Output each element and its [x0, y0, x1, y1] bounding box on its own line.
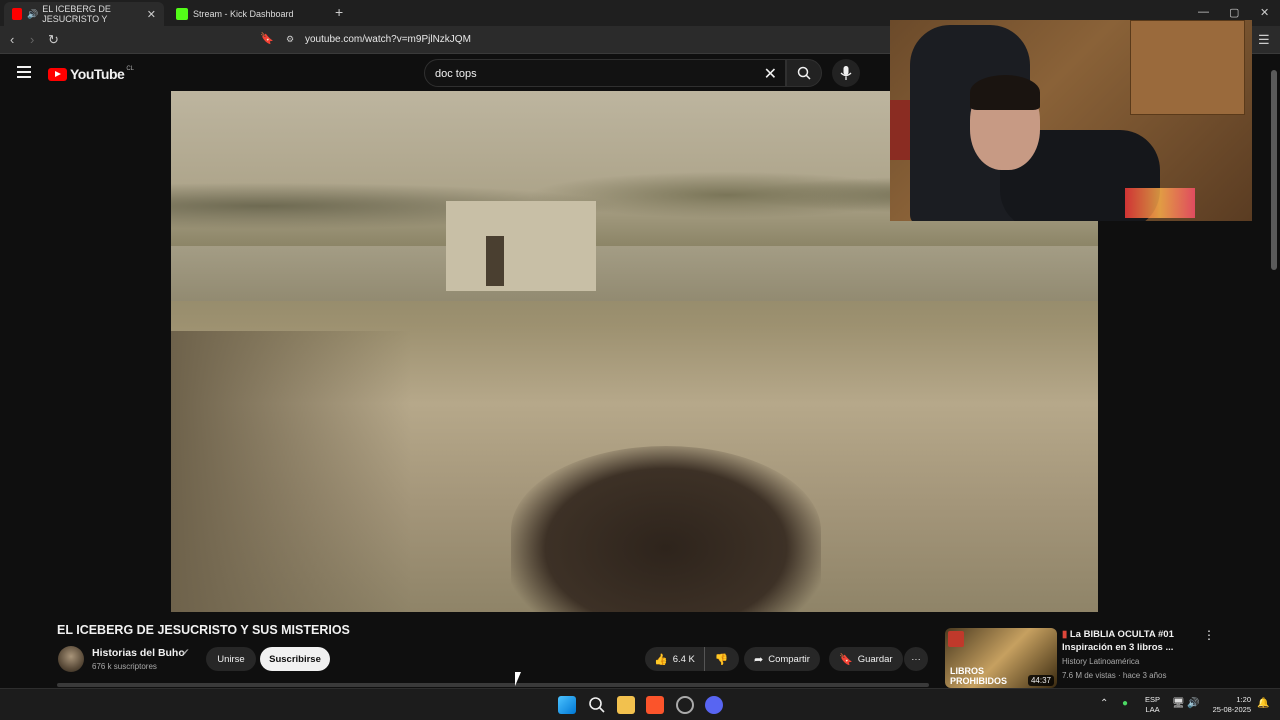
recommended-thumbnail[interactable]: LIBROS PROHIBIDOS 44:37: [945, 628, 1057, 688]
reload-icon[interactable]: ↻: [48, 32, 59, 48]
share-icon: ➦: [754, 653, 764, 666]
taskbar-search-icon[interactable]: [588, 696, 606, 714]
maximize-icon[interactable]: ▢: [1229, 6, 1239, 19]
recommended-title[interactable]: ▮ La BIBLIA OCULTA #01 Inspiración en 3 …: [1062, 628, 1197, 654]
video-frame-cliff: [171, 331, 411, 612]
clock-time: 1:20: [1236, 695, 1251, 704]
save-button[interactable]: 🔖 Guardar: [829, 647, 903, 671]
kick-favicon-icon: [176, 8, 188, 20]
more-actions-button[interactable]: ···: [904, 647, 928, 671]
tab-title: Stream - Kick Dashboard: [193, 9, 294, 19]
channel-avatar[interactable]: [58, 646, 84, 672]
search-button[interactable]: [786, 59, 822, 87]
language-indicator[interactable]: ESP LAA: [1145, 695, 1160, 715]
video-duration: 44:37: [1027, 675, 1054, 686]
subscriber-count: 676 k suscriptores: [92, 662, 157, 671]
file-explorer-icon[interactable]: [617, 696, 635, 714]
chrome-browser-icon[interactable]: [676, 696, 694, 714]
system-clock[interactable]: 1:20 25-08-2025: [1207, 695, 1251, 715]
network-icon[interactable]: 🖥: [1172, 698, 1185, 709]
back-icon[interactable]: ‹: [10, 32, 14, 47]
discord-icon[interactable]: [705, 696, 723, 714]
volume-icon[interactable]: 🔊: [1187, 698, 1199, 709]
url-field[interactable]: youtube.com/watch?v=m9PjlNzkJQM: [305, 34, 471, 45]
recommended-title-text: La BIBLIA OCULTA #01 Inspiración en 3 li…: [1062, 629, 1174, 653]
video-frame-wall: [171, 246, 1098, 301]
browser-menu-icon[interactable]: ☰: [1258, 32, 1270, 48]
book-icon: ▮: [1062, 629, 1068, 640]
more-horizontal-icon: ···: [911, 653, 921, 665]
like-button[interactable]: 👍 6.4 K: [645, 647, 705, 671]
search-value: doc tops: [435, 68, 477, 80]
keyboard-layout: LAA: [1145, 705, 1160, 714]
clear-search-icon[interactable]: ✕: [764, 64, 777, 84]
youtube-play-icon: [48, 67, 67, 81]
new-tab-button[interactable]: +: [335, 4, 343, 20]
tab-kick[interactable]: Stream - Kick Dashboard: [168, 2, 328, 26]
notifications-icon[interactable]: 🔔: [1257, 698, 1269, 709]
tab-audio-icon[interactable]: 🔊: [27, 9, 38, 20]
tab-close-icon[interactable]: ✕: [147, 8, 156, 21]
like-dislike-group: 👍 6.4 K 👎: [645, 647, 739, 671]
recommended-meta: 7.6 M de vistas · hace 3 años: [1062, 671, 1167, 680]
youtube-favicon-icon: [12, 8, 23, 20]
language-code: ESP: [1145, 695, 1161, 704]
more-vertical-icon[interactable]: ⋮: [1203, 628, 1215, 642]
youtube-wordmark: YouTube: [70, 66, 125, 82]
youtube-logo[interactable]: YouTube CL: [48, 66, 134, 82]
dislike-button[interactable]: 👎: [705, 647, 739, 671]
thumbs-up-icon: 👍: [654, 653, 668, 666]
video-title: EL ICEBERG DE JESUCRISTO Y SUS MISTERIOS: [57, 623, 350, 637]
tab-youtube[interactable]: 🔊 EL ICEBERG DE JESUCRISTO Y ✕: [4, 2, 164, 26]
verified-icon: ✔: [182, 647, 190, 657]
windows-start-icon[interactable]: [558, 696, 576, 714]
forward-icon[interactable]: ›: [30, 32, 34, 47]
thumbs-down-icon: 👎: [714, 653, 729, 666]
mic-tray-icon[interactable]: ●: [1122, 698, 1128, 709]
show-hidden-icons-icon[interactable]: ⌃: [1100, 698, 1108, 709]
tab-title: EL ICEBERG DE JESUCRISTO Y: [42, 4, 111, 24]
recommended-channel[interactable]: History Latinoamérica: [1062, 657, 1139, 666]
microphone-icon: [840, 66, 852, 80]
taskbar: ⌃ ● ESP LAA 🖥 🔊 1:20 25-08-2025 🔔: [0, 688, 1280, 720]
menu-icon[interactable]: [17, 66, 31, 78]
webcam-overlay: [890, 20, 1252, 221]
share-button[interactable]: ➦ Compartir: [744, 647, 820, 671]
brave-browser-icon[interactable]: [646, 696, 664, 714]
channel-name[interactable]: Historias del Buho: [92, 647, 185, 659]
country-code: CL: [126, 66, 134, 72]
voice-search-button[interactable]: [832, 59, 860, 87]
page-scrollbar[interactable]: [1270, 60, 1278, 690]
like-count: 6.4 K: [672, 653, 695, 665]
search-icon: [797, 66, 811, 80]
video-frame-cave: [511, 446, 821, 612]
save-label: Guardar: [857, 653, 893, 665]
share-label: Compartir: [768, 653, 810, 665]
thumbnail-text: LIBROS PROHIBIDOS: [950, 666, 1008, 686]
bookmark-save-icon: 🔖: [839, 653, 853, 666]
subscribe-button[interactable]: Suscribirse: [260, 647, 330, 671]
bookmark-icon[interactable]: 🔖: [260, 32, 274, 45]
site-info-icon[interactable]: ⚙: [286, 34, 294, 45]
horizontal-scroll-track: [57, 683, 929, 687]
history-channel-logo-icon: [948, 631, 964, 647]
video-frame-house: [446, 201, 596, 291]
join-button[interactable]: Unirse: [206, 647, 256, 671]
search-input[interactable]: doc tops ✕: [424, 59, 786, 87]
close-window-icon[interactable]: ✕: [1260, 6, 1269, 19]
minimize-icon[interactable]: —: [1198, 6, 1209, 18]
clock-date: 25-08-2025: [1212, 705, 1251, 714]
mouse-cursor-icon: [515, 672, 521, 686]
